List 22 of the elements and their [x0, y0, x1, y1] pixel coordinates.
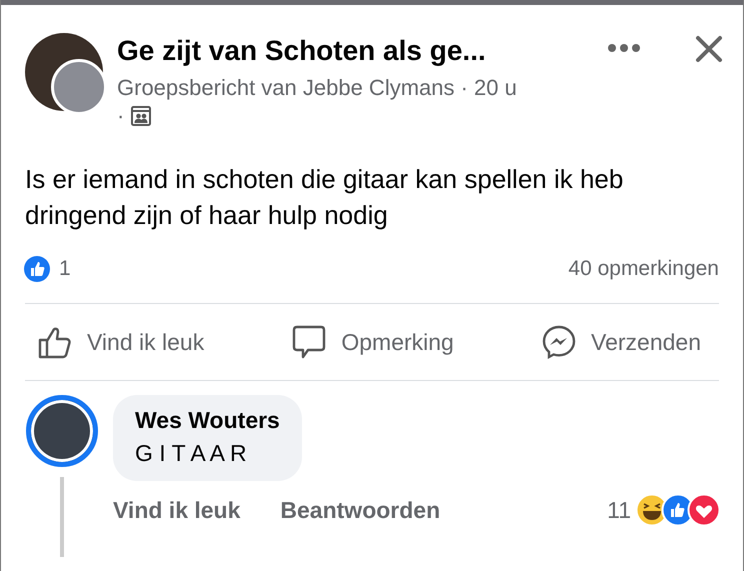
comment-count[interactable]: 40 opmerkingen: [568, 257, 719, 281]
group-icon: [130, 105, 152, 127]
comment-text: G I T A A R: [135, 440, 248, 467]
more-icon[interactable]: [607, 43, 641, 53]
group-avatar-drawing[interactable]: [25, 33, 107, 113]
close-icon[interactable]: [695, 35, 723, 63]
comment-button[interactable]: Opmerking: [291, 318, 454, 366]
like-button[interactable]: Vind ik leuk: [37, 318, 204, 366]
post-byline: Groepsbericht van Jebbe Clymans · 20 u: [117, 75, 518, 101]
speech-bubble-icon: [291, 324, 328, 360]
post-text: Is er iemand in schoten die gitaar kan spellen ik heb dringend zijn of haar hulp nodig: [25, 163, 624, 232]
comment-author[interactable]: Wes Wouters: [135, 407, 280, 434]
comment-action-link[interactable]: Beantwoorden: [280, 496, 440, 524]
group-title[interactable]: Ge zijt van Schoten als ge...: [117, 35, 607, 67]
reaction-icons[interactable]: [635, 493, 721, 527]
like-count[interactable]: 1: [59, 257, 568, 281]
reaction-count[interactable]: 11: [607, 496, 631, 524]
send-button[interactable]: Verzenden: [541, 318, 701, 366]
messenger-icon: [541, 324, 577, 360]
comment-action-link[interactable]: Vind ik leuk: [113, 496, 240, 524]
separator-dot: ·: [117, 103, 124, 129]
like-badge-icon[interactable]: [23, 255, 51, 283]
